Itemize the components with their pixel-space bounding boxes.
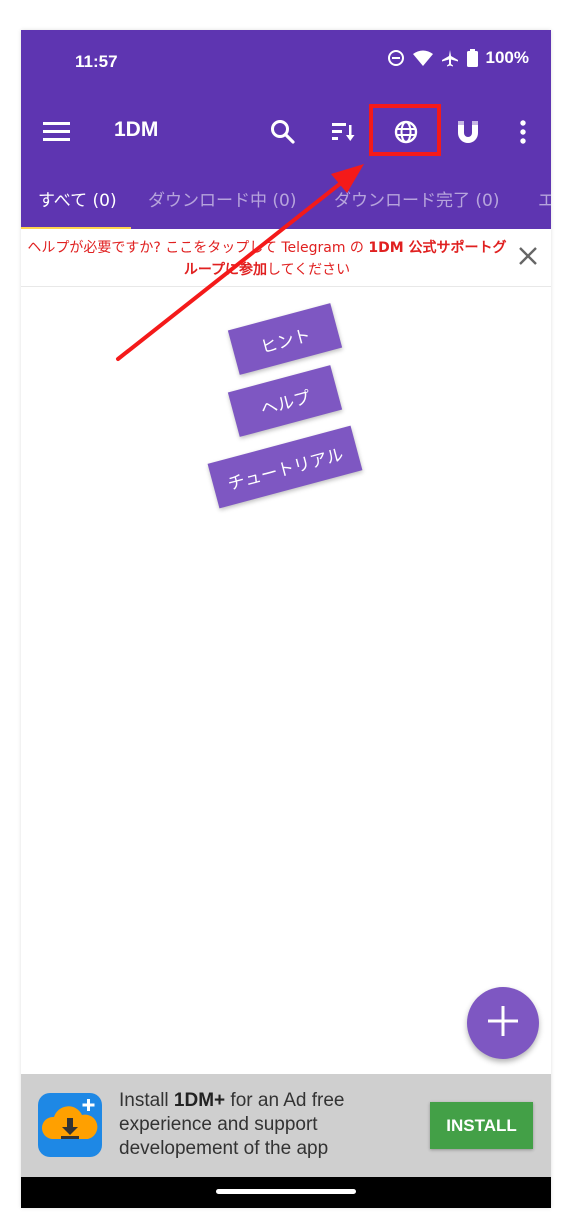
toolbar: 1DM	[21, 102, 551, 162]
sort-icon[interactable]	[327, 116, 359, 148]
app-logo-icon	[38, 1093, 102, 1157]
help-banner-text-2: してください	[267, 262, 351, 278]
help-banner-text[interactable]: ヘルプが必要ですか? ここをタップして Telegram の 1DM 公式サポー…	[27, 237, 507, 281]
annotation-highlight-box	[369, 104, 441, 156]
add-download-button[interactable]	[467, 987, 539, 1059]
close-icon[interactable]	[517, 245, 539, 271]
airplane-icon	[441, 49, 459, 67]
menu-icon[interactable]	[43, 120, 71, 146]
system-nav-bar	[21, 1177, 551, 1208]
ad-text-bold: 1DM+	[173, 1090, 226, 1111]
hint-chip[interactable]: ヒント	[227, 303, 343, 375]
battery-icon	[466, 49, 478, 67]
dnd-icon	[387, 49, 405, 67]
help-banner-text-1: ヘルプが必要ですか? ここをタップして Telegram の	[27, 240, 369, 256]
phone-screen: 11:57 100% 1DM すべて (0) ダウンロード中 (0) ダウンロー…	[21, 30, 551, 1208]
more-vert-icon[interactable]	[507, 116, 539, 148]
tab-completed[interactable]: ダウンロード完了 (0)	[334, 186, 499, 211]
tab-all[interactable]: すべて (0)	[38, 186, 117, 211]
magnet-icon[interactable]	[452, 116, 484, 148]
app-bar: 11:57 100% 1DM すべて (0) ダウンロード中 (0) ダウンロー…	[21, 30, 551, 230]
tab-other[interactable]: エ	[538, 186, 551, 211]
home-gesture-handle[interactable]	[216, 1189, 356, 1194]
plus-icon	[486, 1004, 520, 1042]
telegram-help-banner[interactable]: ヘルプが必要ですか? ここをタップして Telegram の 1DM 公式サポー…	[21, 229, 551, 287]
tutorial-chip[interactable]: チュートリアル	[207, 425, 363, 509]
wifi-icon	[412, 50, 433, 66]
install-button[interactable]: INSTALL	[430, 1102, 533, 1149]
search-icon[interactable]	[267, 116, 299, 148]
app-title: 1DM	[114, 118, 159, 141]
help-chip[interactable]: ヘルプ	[227, 365, 343, 437]
status-time: 11:57	[75, 52, 118, 71]
ad-text-pre: Install	[119, 1090, 174, 1111]
ad-banner: Install 1DM+ for an Ad free experience a…	[21, 1074, 551, 1177]
ad-text: Install 1DM+ for an Ad free experience a…	[119, 1089, 419, 1161]
tab-downloading[interactable]: ダウンロード中 (0)	[148, 186, 296, 211]
status-icons: 100%	[387, 48, 529, 68]
tab-bar: すべて (0) ダウンロード中 (0) ダウンロード完了 (0) エ	[21, 180, 551, 229]
battery-percent: 100%	[485, 48, 529, 67]
